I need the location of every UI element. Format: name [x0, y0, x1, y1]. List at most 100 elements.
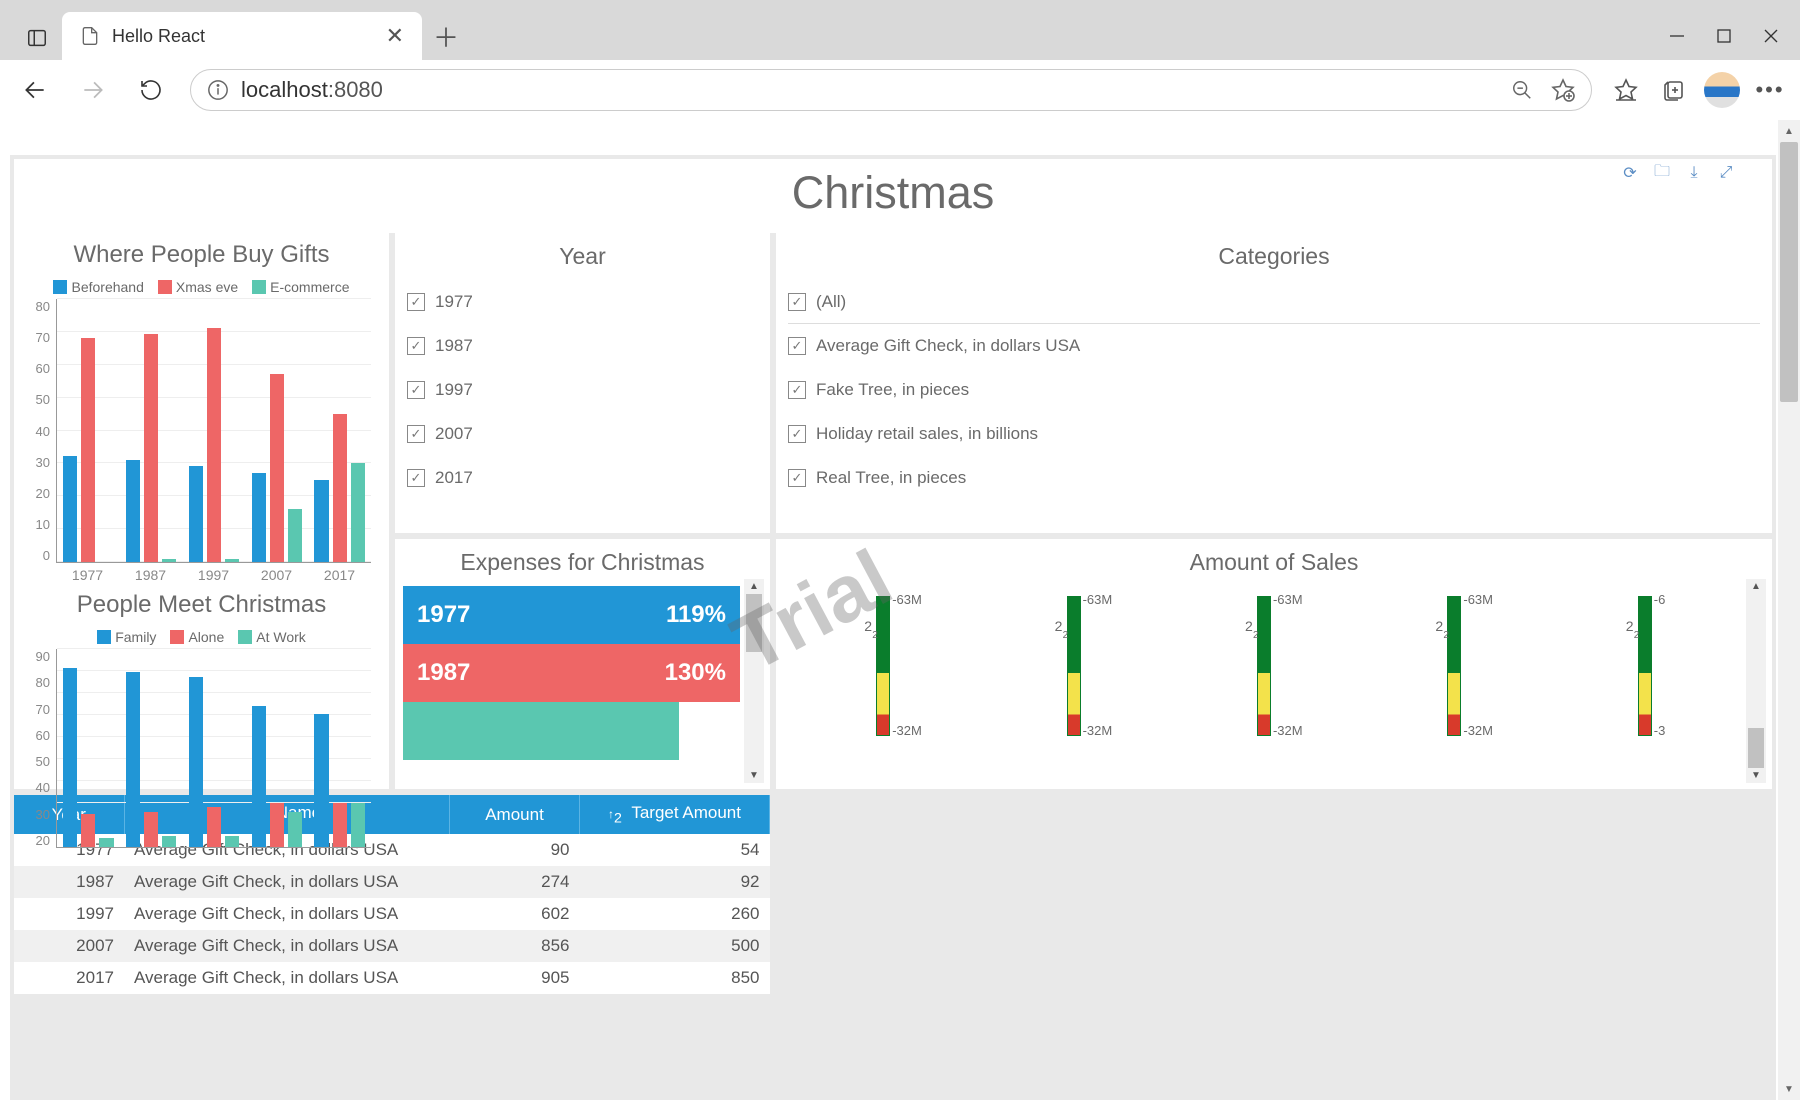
cell-target: 500 — [580, 930, 770, 962]
table-row[interactable]: 2017 Average Gift Check, in dollars USA … — [14, 962, 770, 994]
legend-item[interactable]: Family — [97, 629, 156, 645]
table-row[interactable]: 1997 Average Gift Check, in dollars USA … — [14, 898, 770, 930]
bar-group[interactable] — [126, 672, 176, 847]
url-box[interactable]: localhost:8080 — [190, 69, 1592, 111]
reload-button[interactable] — [126, 65, 176, 115]
cell-year: 2007 — [14, 930, 124, 962]
bar-group[interactable] — [63, 338, 113, 562]
close-window-icon[interactable] — [1762, 27, 1780, 45]
expenses-scrollbar[interactable]: ▲▼ — [744, 579, 764, 783]
forward-button[interactable] — [68, 65, 118, 115]
x-tick: 2007 — [245, 567, 308, 589]
legend-swatch — [97, 630, 111, 644]
category-filter-all[interactable]: ✓(All) — [788, 280, 1760, 324]
sales-scrollbar[interactable]: ▲▼ — [1746, 579, 1766, 783]
y-tick: 10 — [26, 517, 50, 532]
bar-group[interactable] — [252, 374, 302, 562]
refresh-icon[interactable]: ⟳ — [1620, 163, 1640, 183]
page-scrollbar[interactable]: ▲ ▼ — [1778, 120, 1800, 1100]
bar — [189, 677, 203, 847]
close-tab-icon[interactable]: ✕ — [386, 23, 404, 49]
bar — [288, 509, 302, 562]
minimize-icon[interactable] — [1668, 27, 1686, 45]
bar-group[interactable] — [189, 328, 239, 562]
legend-item[interactable]: At Work — [238, 629, 306, 645]
category-filter-item[interactable]: ✓Average Gift Check, in dollars USA — [788, 324, 1760, 368]
legend-item[interactable]: Beforehand — [53, 279, 143, 295]
category-label: Average Gift Check, in dollars USA — [816, 336, 1080, 356]
new-tab-button[interactable]: ＋ — [422, 12, 470, 60]
bullet-gauge[interactable]: -63M 2 2 -32M — [1447, 596, 1461, 756]
viewport: ▲ ▼ ⟳ 🗀 ⤓ ⤢ Christmas Year ✓1977✓1987✓19… — [0, 120, 1800, 1100]
expense-pct: 119% — [666, 601, 726, 629]
category-label: Holiday retail sales, in billions — [816, 424, 1038, 444]
profile-avatar[interactable] — [1702, 70, 1742, 110]
folder-icon[interactable]: 🗀 — [1652, 163, 1672, 183]
export-icon[interactable]: ⤓ — [1684, 163, 1704, 183]
bar-group[interactable] — [314, 714, 364, 847]
expense-row-partial[interactable] — [403, 702, 740, 760]
expand-icon[interactable]: ⤢ — [1716, 163, 1736, 183]
category-filter-item[interactable]: ✓Holiday retail sales, in billions — [788, 412, 1760, 456]
year-filter-item[interactable]: ✓1977 — [407, 280, 758, 324]
expense-row[interactable]: 1977119% — [403, 586, 740, 644]
year-label: 2017 — [435, 468, 473, 488]
category-filter-item[interactable]: ✓Real Tree, in pieces — [788, 456, 1760, 500]
y-tick: 40 — [26, 780, 50, 795]
collections-icon[interactable] — [1654, 70, 1694, 110]
bar — [126, 460, 140, 562]
bullet-bot-label: -32M — [1463, 723, 1493, 738]
x-tick: 2017 — [308, 567, 371, 589]
category-filter-item[interactable]: ✓Fake Tree, in pieces — [788, 368, 1760, 412]
favorite-add-icon[interactable] — [1551, 78, 1575, 102]
browser-tab[interactable]: Hello React ✕ — [62, 12, 422, 60]
table-header[interactable]: ↑2 Target Amount — [580, 795, 770, 834]
table-header[interactable]: Amount — [450, 795, 580, 834]
bar — [63, 456, 77, 562]
zoom-out-icon[interactable] — [1511, 79, 1533, 101]
checkbox-icon: ✓ — [407, 469, 425, 487]
expense-row[interactable]: 1987130% — [403, 644, 740, 702]
bullet-gauge[interactable]: -63M 2 2 -32M — [876, 596, 890, 756]
legend-item[interactable]: Alone — [170, 629, 224, 645]
table-row[interactable]: 2007 Average Gift Check, in dollars USA … — [14, 930, 770, 962]
bar — [126, 672, 140, 847]
y-tick: 60 — [26, 361, 50, 376]
bar-group[interactable] — [63, 668, 113, 847]
legend-item[interactable]: Xmas eve — [158, 279, 238, 295]
legend-swatch — [53, 280, 67, 294]
url-port: :8080 — [328, 77, 383, 102]
year-filter-item[interactable]: ✓1987 — [407, 324, 758, 368]
bar — [162, 559, 176, 562]
sales-panel: Amount of Sales -63M 2 2 -32M-63M 2 2 -3… — [776, 539, 1772, 789]
year-filter-item[interactable]: ✓1997 — [407, 368, 758, 412]
bullet-gauge[interactable]: -6 2 2 -3 — [1638, 596, 1652, 756]
bullet-gauge[interactable]: -63M 2 2 -32M — [1257, 596, 1271, 756]
more-icon[interactable]: ••• — [1750, 70, 1790, 110]
bullet-value: 2 — [864, 618, 872, 634]
bullet-sub: 2 — [1253, 630, 1259, 641]
y-tick: 20 — [26, 833, 50, 848]
year-label: 2007 — [435, 424, 473, 444]
back-button[interactable] — [10, 65, 60, 115]
year-filter-item[interactable]: ✓ 2017 — [407, 456, 758, 500]
legend-item[interactable]: E-commerce — [252, 279, 349, 295]
cell-target: 260 — [580, 898, 770, 930]
bullet-bot-label: -32M — [1273, 723, 1303, 738]
favorites-icon[interactable] — [1606, 70, 1646, 110]
maximize-icon[interactable] — [1716, 28, 1732, 44]
bar-group[interactable] — [314, 414, 364, 563]
bar-group[interactable] — [189, 677, 239, 847]
gifts-chart-area[interactable]: 80706050403020100 19771987199720072017 — [52, 299, 371, 589]
year-label: 1987 — [435, 336, 473, 356]
x-tick: 1997 — [182, 567, 245, 589]
year-filter-item[interactable]: ✓2007 — [407, 412, 758, 456]
bullet-gauge[interactable]: -63M 2 2 -32M — [1067, 596, 1081, 756]
meet-chart-area[interactable]: 9080706050403020 — [52, 649, 371, 874]
checkbox-icon: ✓ — [407, 293, 425, 311]
bar-group[interactable] — [126, 334, 176, 562]
bar-group[interactable] — [252, 706, 302, 848]
panel-toggle-icon[interactable] — [12, 15, 62, 60]
info-icon — [207, 79, 229, 101]
bar — [252, 473, 266, 562]
